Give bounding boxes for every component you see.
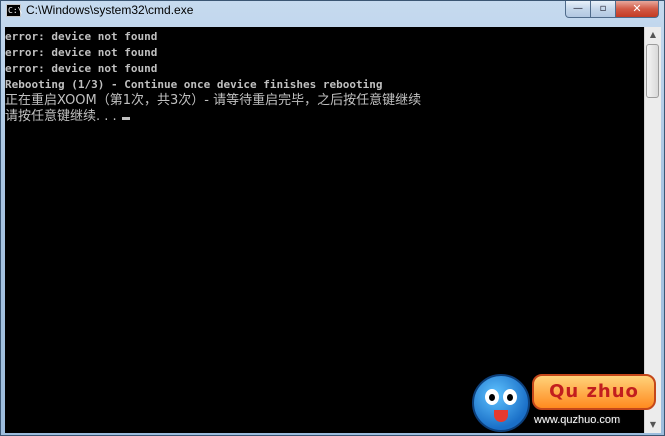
console-line: 正在重启XOOM（第1次，共3次）- 请等待重启完毕，之后按任意键继续	[5, 93, 422, 108]
text-cursor	[121, 117, 130, 120]
caption-buttons: — ▫ ✕	[565, 1, 659, 18]
console-prompt-line: 请按任意键继续. . .	[5, 109, 130, 125]
scrollbar-thumb[interactable]	[646, 44, 659, 98]
watermark-url: www.quzhuo.com	[534, 414, 621, 426]
site-watermark: Qu zhuo www.quzhuo.com	[472, 372, 662, 434]
console-line: Rebooting (1/3) - Continue once device f…	[5, 78, 383, 91]
console-line: error: device not found	[5, 62, 158, 75]
minimize-button[interactable]: —	[565, 1, 591, 18]
console-line: error: device not found	[5, 30, 158, 43]
cmd-app-icon[interactable]: C:\	[6, 4, 22, 17]
title-bar[interactable]: C:\ C:\Windows\system32\cmd.exe — ▫ ✕	[1, 1, 664, 23]
console-line: error: device not found	[5, 46, 158, 59]
watermark-badge: Qu zhuo	[532, 374, 656, 410]
close-button[interactable]: ✕	[616, 1, 659, 18]
window-title: C:\Windows\system32\cmd.exe	[26, 3, 194, 17]
mascot-logo-icon	[472, 374, 530, 432]
maximize-button[interactable]: ▫	[591, 1, 616, 18]
cmd-window: C:\ C:\Windows\system32\cmd.exe — ▫ ✕ er…	[0, 0, 665, 436]
console-prompt-text: 请按任意键继续. . .	[5, 109, 121, 124]
scroll-up-arrow-icon[interactable]: ▲	[645, 27, 661, 43]
